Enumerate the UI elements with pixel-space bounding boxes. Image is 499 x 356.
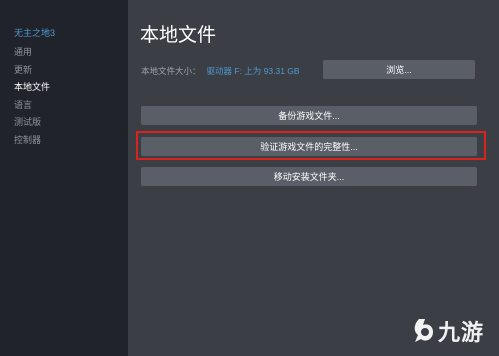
game-title: 无主之地3	[14, 28, 56, 38]
local-files-size-row: 本地文件大小： 驱动器 F: 上为 93.31 GB	[141, 65, 300, 77]
verify-integrity-button[interactable]: 验证游戏文件的完整性...	[141, 137, 477, 156]
browse-button[interactable]: 浏览...	[323, 60, 475, 79]
sidebar-item-local-files[interactable]: 本地文件	[14, 79, 50, 97]
sidebar-item-betas[interactable]: 测试版	[14, 114, 50, 132]
move-install-folder-button[interactable]: 移动安装文件夹...	[141, 167, 477, 186]
sidebar-item-language[interactable]: 语言	[14, 97, 50, 115]
jiuyou-logo-icon	[414, 319, 433, 342]
sidebar-item-general[interactable]: 通用	[14, 44, 50, 62]
sidebar: 无主之地3 通用 更新 本地文件 语言 测试版 控制器	[0, 0, 128, 356]
page-title: 本地文件	[140, 25, 217, 46]
sidebar-nav: 通用 更新 本地文件 语言 测试版 控制器	[14, 44, 50, 149]
watermark: 九游	[410, 316, 484, 346]
backup-game-files-button[interactable]: 备份游戏文件...	[141, 106, 477, 125]
size-label: 本地文件大小：	[141, 66, 201, 76]
sidebar-item-controller[interactable]: 控制器	[14, 132, 50, 150]
main-panel: 本地文件 本地文件大小： 驱动器 F: 上为 93.31 GB 浏览... 备份游…	[128, 0, 499, 356]
watermark-text: 九游	[438, 320, 485, 345]
size-value-link[interactable]: 驱动器 F: 上为 93.31 GB	[207, 66, 300, 76]
sidebar-item-updates[interactable]: 更新	[14, 62, 50, 80]
